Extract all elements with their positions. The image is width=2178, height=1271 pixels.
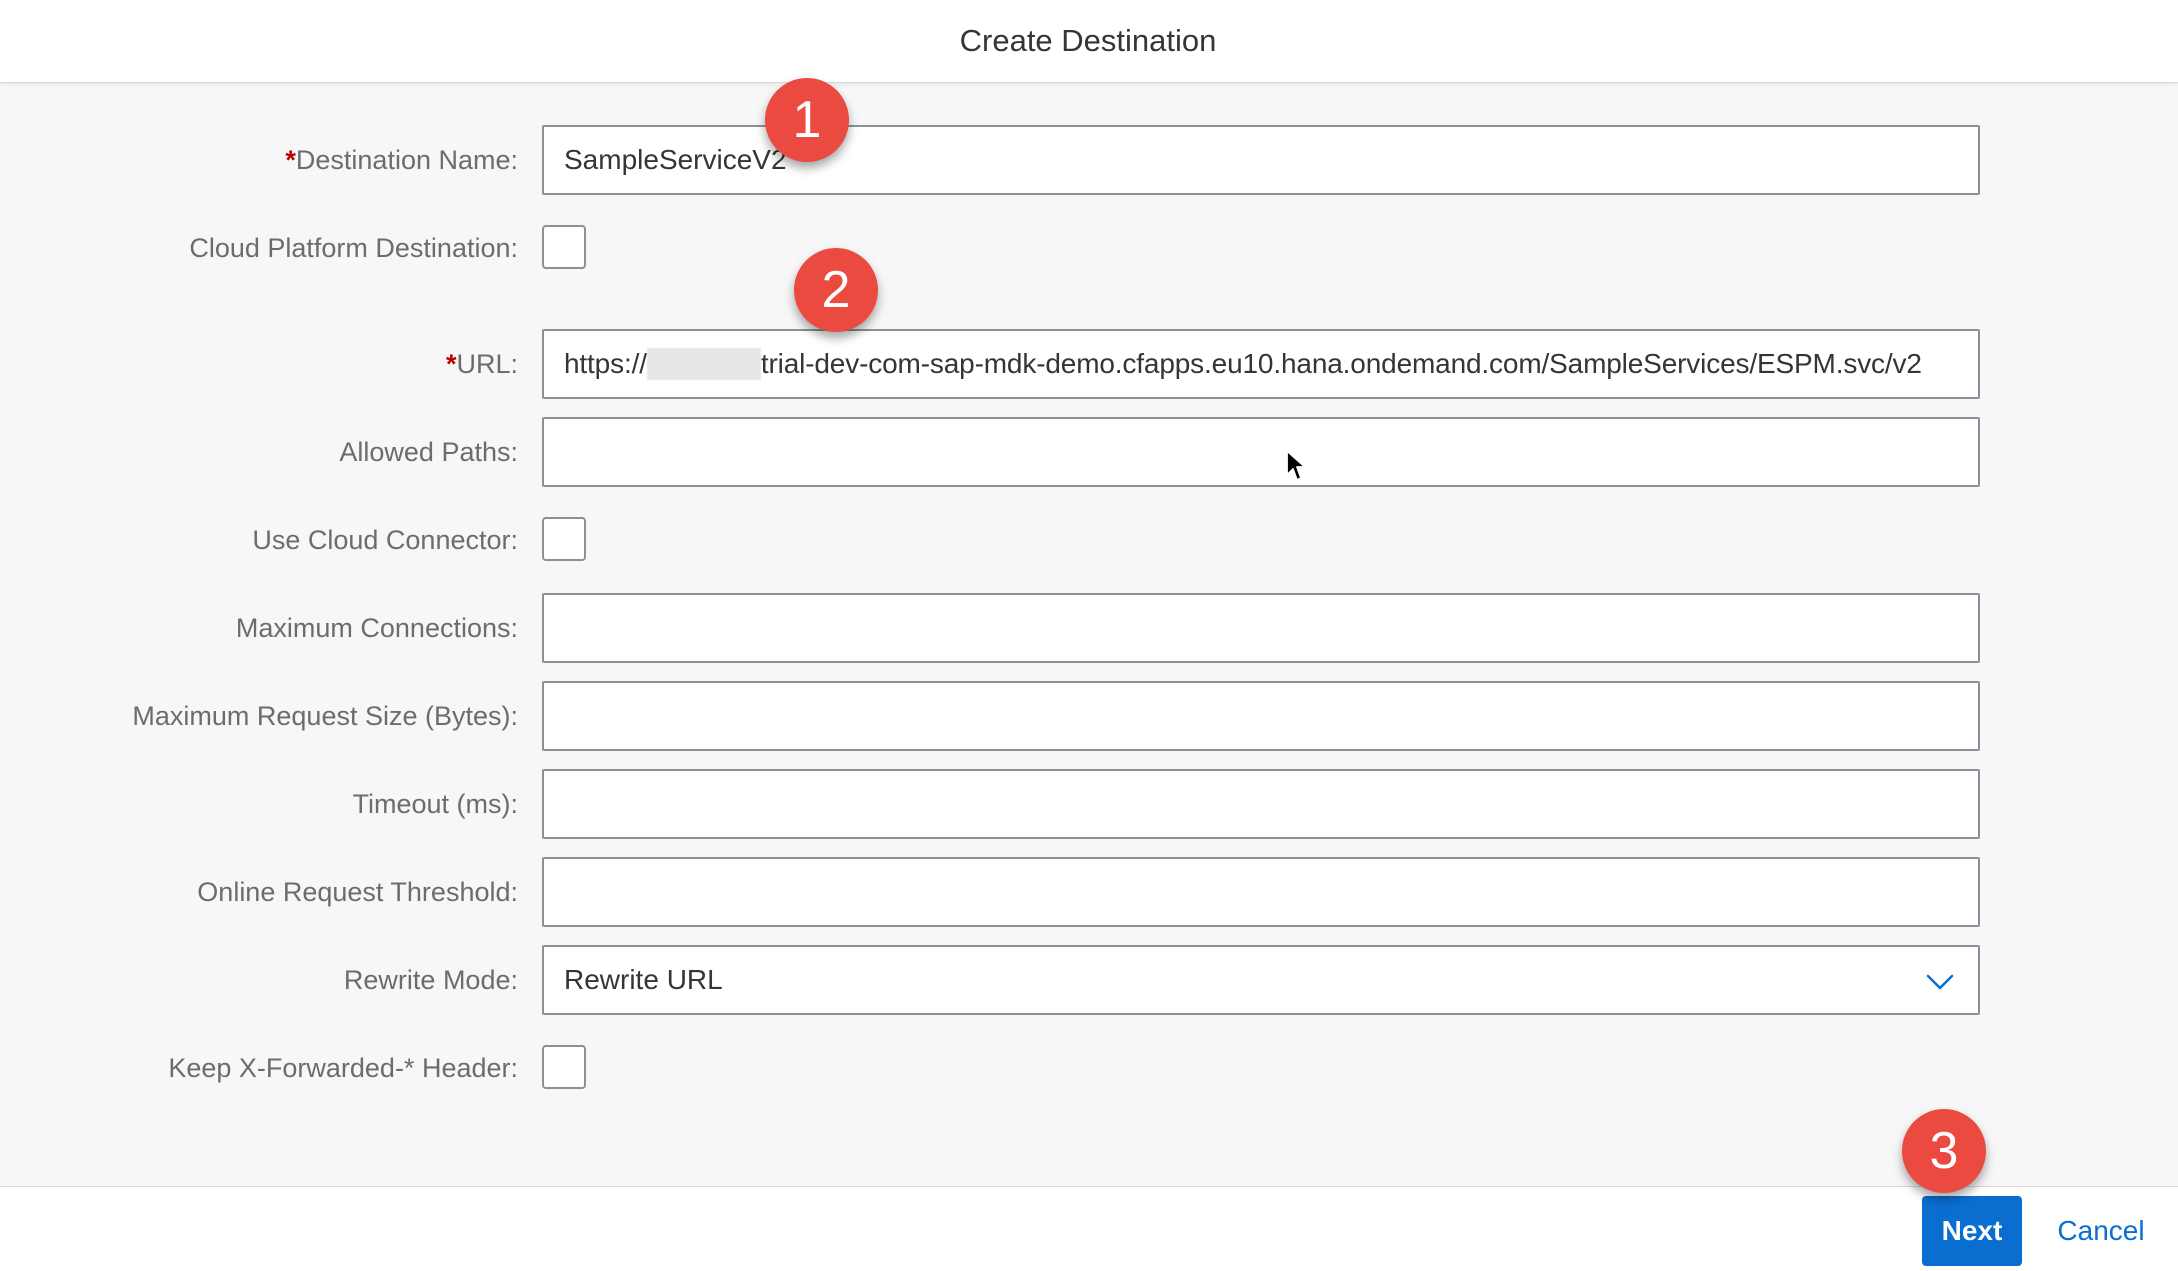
maximum-connections-row: Maximum Connections: (0, 593, 2178, 663)
destination-name-value: SampleServiceV2 (564, 144, 787, 175)
url-label: *URL: (446, 329, 518, 399)
allowed-paths-row: Allowed Paths: (0, 417, 2178, 487)
url-value-suffix: trial-dev-com-sap-mdk-demo.cfapps.eu10.h… (760, 348, 1922, 379)
rewrite-mode-label: Rewrite Mode: (343, 965, 518, 995)
keep-x-forwarded-header-label: Keep X-Forwarded-* Header: (168, 1053, 518, 1083)
required-asterisk: * (445, 349, 457, 379)
dialog-header: Create Destination (0, 0, 2178, 83)
keep-x-forwarded-header-row: Keep X-Forwarded-* Header: (0, 1033, 2178, 1103)
chevron-down-icon[interactable] (1924, 966, 1956, 998)
rewrite-mode-value: Rewrite URL (564, 964, 723, 995)
dialog-footer: Next Cancel (0, 1186, 2178, 1271)
timeout-input[interactable] (542, 769, 1980, 839)
timeout-row: Timeout (ms): (0, 769, 2178, 839)
keep-x-forwarded-header-checkbox[interactable] (542, 1045, 586, 1089)
destination-name-label-text: Destination Name: (295, 145, 518, 175)
allowed-paths-label: Allowed Paths: (339, 437, 518, 467)
dialog-title: Create Destination (959, 23, 1217, 58)
next-button[interactable]: Next (1922, 1196, 2022, 1266)
cloud-platform-destination-checkbox[interactable] (542, 225, 586, 269)
url-row: *URL: https:// trial-dev-com-sap-mdk-demo… (0, 329, 2178, 399)
maximum-request-size-row: Maximum Request Size (Bytes): (0, 681, 2178, 751)
required-asterisk: * (285, 145, 296, 175)
timeout-label: Timeout (ms): (352, 789, 518, 819)
rewrite-mode-select[interactable]: Rewrite URL (542, 945, 1980, 1015)
step-marker-1: 1 (765, 78, 849, 162)
online-request-threshold-label: Online Request Threshold: (197, 877, 518, 907)
online-request-threshold-input[interactable] (542, 857, 1980, 927)
step-marker-2: 2 (794, 248, 878, 332)
destination-name-row: *Destination Name: SampleServiceV2 (0, 125, 2178, 195)
maximum-request-size-input[interactable] (542, 681, 1980, 751)
maximum-connections-input[interactable] (542, 593, 1980, 663)
destination-name-input[interactable]: SampleServiceV2 (542, 125, 1980, 195)
online-request-threshold-row: Online Request Threshold: (0, 857, 2178, 927)
use-cloud-connector-label: Use Cloud Connector: (252, 525, 518, 555)
url-value-prefix: https:// (564, 348, 647, 379)
cloud-platform-destination-row: Cloud Platform Destination: (0, 213, 2178, 283)
rewrite-mode-row: Rewrite Mode: Rewrite URL (0, 945, 2178, 1015)
maximum-request-size-label: Maximum Request Size (Bytes): (132, 701, 518, 731)
mouse-pointer-icon (1286, 450, 1306, 481)
cancel-button[interactable]: Cancel (2040, 1196, 2162, 1266)
url-label-text: URL: (456, 349, 518, 379)
redacted-region (646, 347, 761, 380)
destination-name-label: *Destination Name: (285, 125, 518, 195)
maximum-connections-label: Maximum Connections: (235, 613, 518, 643)
allowed-paths-input[interactable] (542, 417, 1980, 487)
url-value: https:// trial-dev-com-sap-mdk-demo.cfapp… (564, 331, 1922, 397)
url-input[interactable]: https:// trial-dev-com-sap-mdk-demo.cfapp… (542, 329, 1980, 399)
use-cloud-connector-row: Use Cloud Connector: (0, 505, 2178, 575)
use-cloud-connector-checkbox[interactable] (542, 517, 586, 561)
cloud-platform-destination-label: Cloud Platform Destination: (189, 233, 518, 263)
step-marker-3: 3 (1902, 1109, 1986, 1193)
